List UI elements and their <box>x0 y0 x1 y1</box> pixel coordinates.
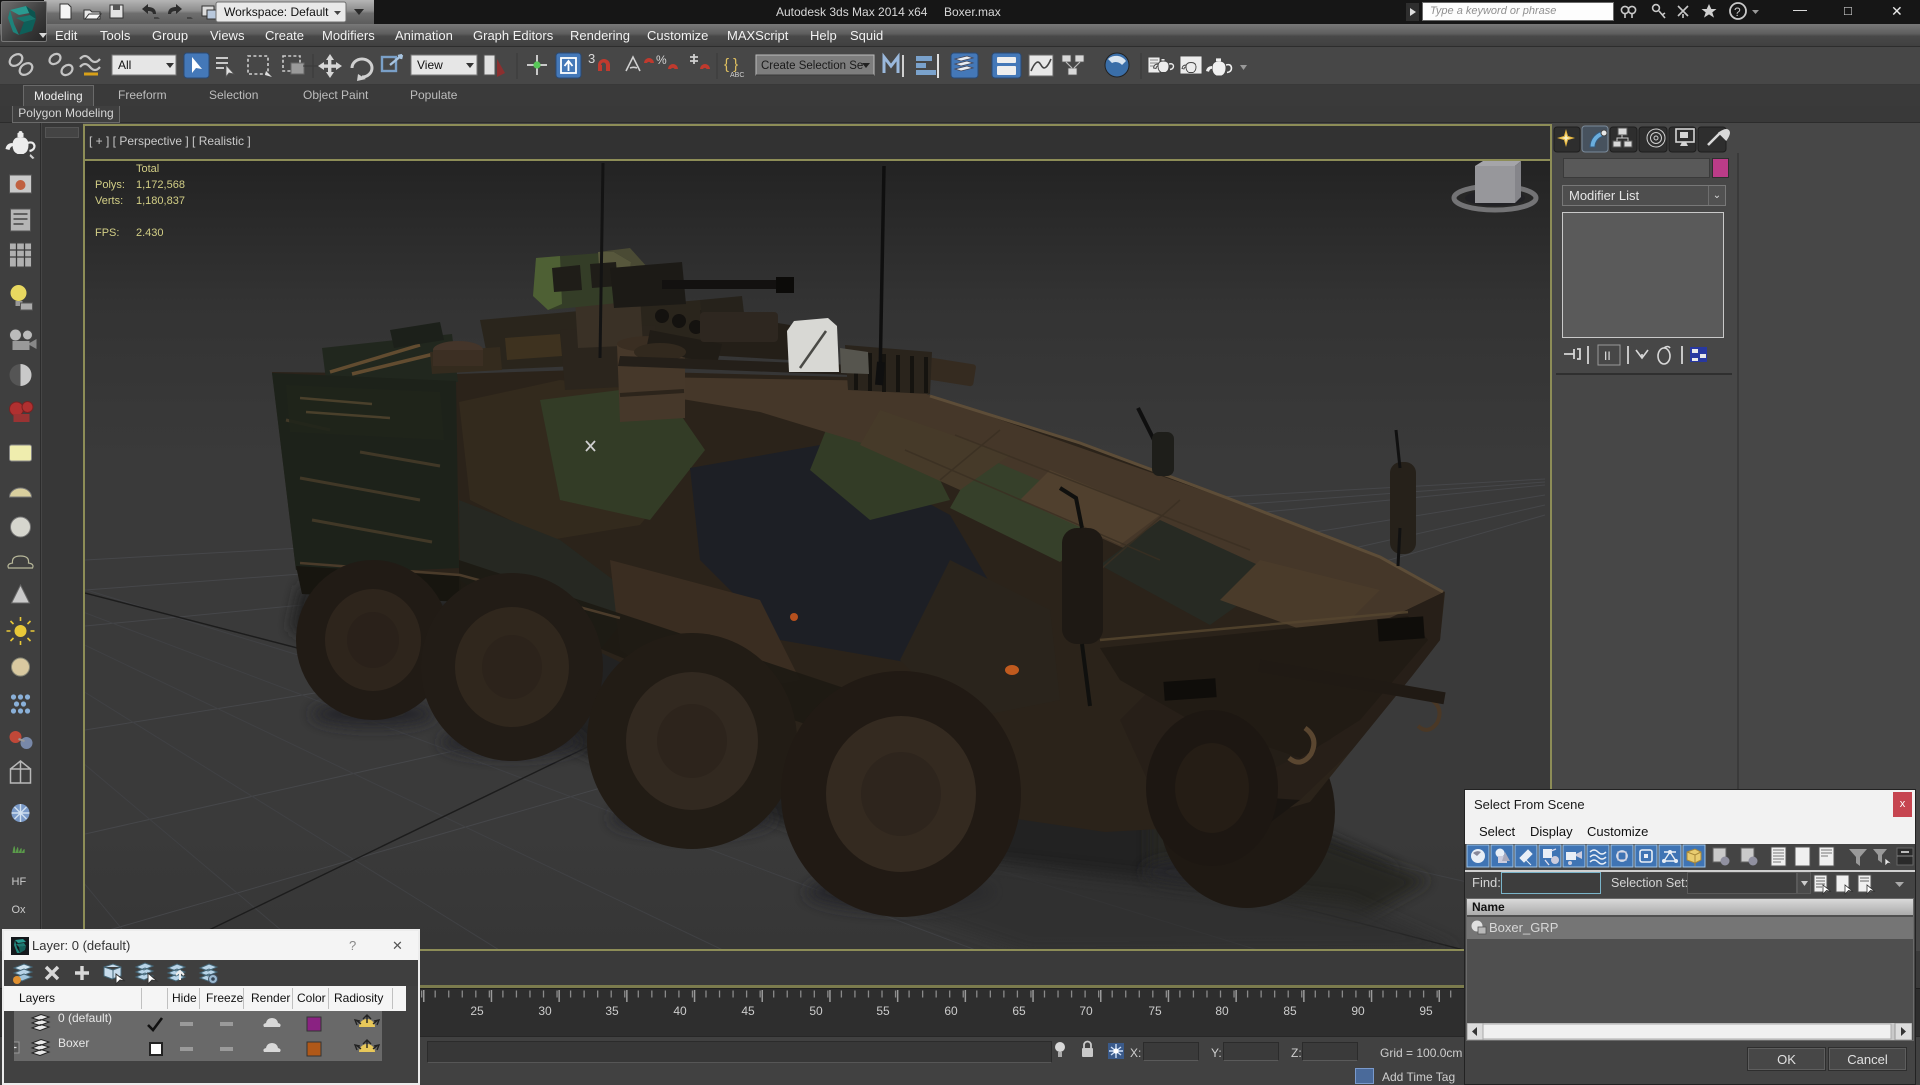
svg-text:25: 25 <box>470 1004 484 1018</box>
svg-text:95: 95 <box>1419 1004 1433 1018</box>
svg-text:65: 65 <box>1012 1004 1026 1018</box>
svg-text:55: 55 <box>876 1004 890 1018</box>
svg-text:II: II <box>1604 349 1611 363</box>
svg-text:ABC: ABC <box>730 72 744 79</box>
svg-text:3: 3 <box>588 51 595 66</box>
svg-text:75: 75 <box>1148 1004 1162 1018</box>
svg-text:View: View <box>417 58 443 72</box>
svg-text:45: 45 <box>741 1004 755 1018</box>
svg-text:Create Selection Se: Create Selection Se <box>761 60 863 72</box>
svg-text:All: All <box>118 58 131 72</box>
svg-text:40: 40 <box>673 1004 687 1018</box>
svg-text:{ }: { } <box>724 56 738 73</box>
svg-text:35: 35 <box>605 1004 619 1018</box>
svg-text:?: ? <box>1734 5 1741 19</box>
svg-text:90: 90 <box>1351 1004 1365 1018</box>
svg-text:70: 70 <box>1079 1004 1093 1018</box>
svg-text:30: 30 <box>538 1004 552 1018</box>
svg-text:HF: HF <box>12 876 27 888</box>
svg-text:85: 85 <box>1283 1004 1297 1018</box>
svg-text:Ox: Ox <box>12 904 27 916</box>
svg-text:%: % <box>656 53 667 67</box>
svg-text:60: 60 <box>944 1004 958 1018</box>
svg-text:50: 50 <box>809 1004 823 1018</box>
svg-text:80: 80 <box>1215 1004 1229 1018</box>
svg-text:Workspace: Default: Workspace: Default <box>224 5 329 19</box>
